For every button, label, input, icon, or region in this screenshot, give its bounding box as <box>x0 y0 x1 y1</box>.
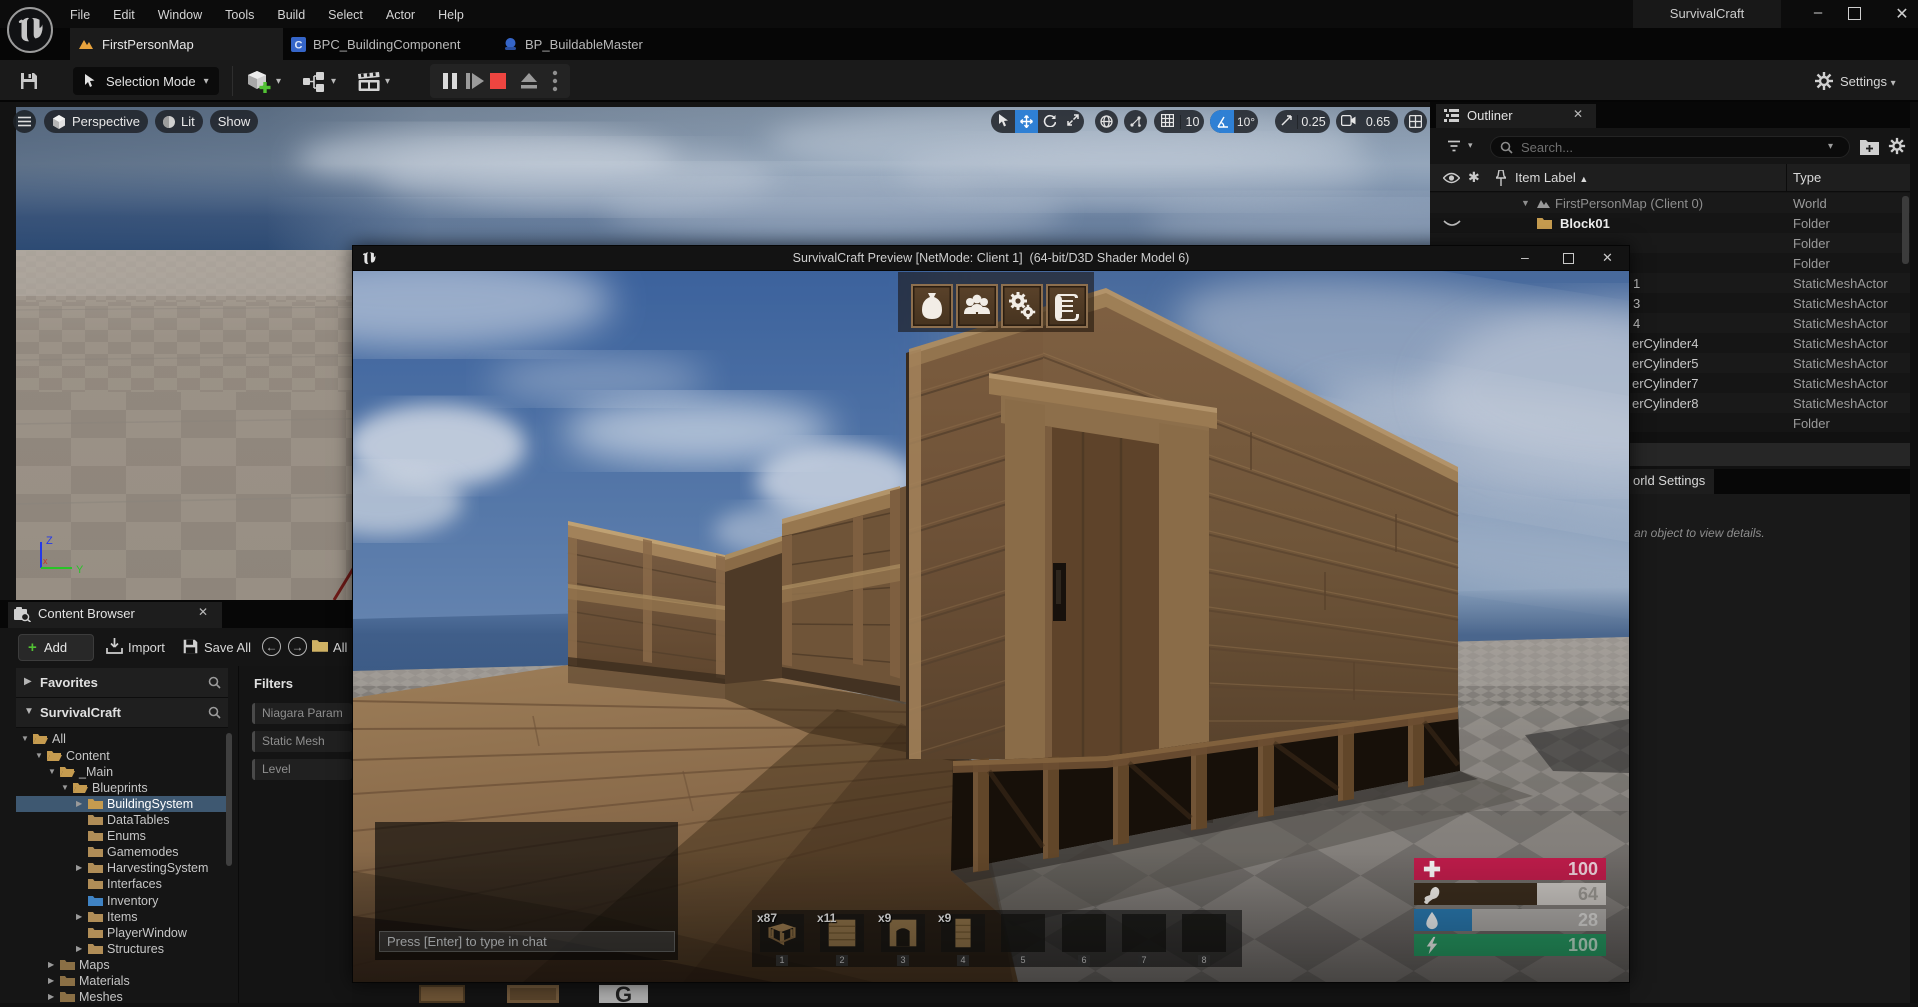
svg-text:Y: Y <box>76 564 84 576</box>
svg-text:x: x <box>43 556 48 566</box>
svg-text:C: C <box>295 40 303 52</box>
svg-text:Z: Z <box>46 535 53 547</box>
